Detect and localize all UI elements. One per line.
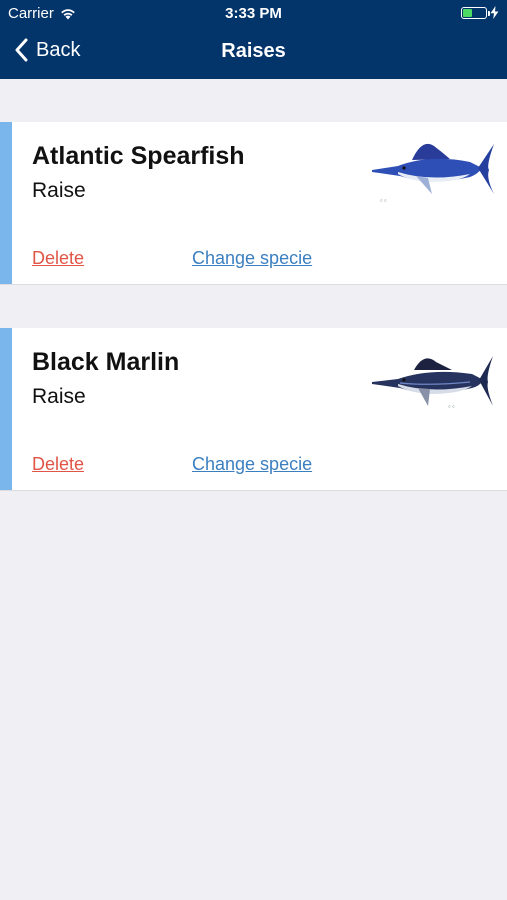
raise-card: Black Marlin Raise © © Delete Change spe… xyxy=(0,328,507,491)
raise-card: Atlantic Spearfish Raise © © Delete Chan… xyxy=(0,122,507,285)
marlin-illustration: © © xyxy=(372,356,493,409)
card-accent-bar xyxy=(0,122,12,284)
navigation-bar: Back Raises xyxy=(0,28,507,79)
change-specie-link[interactable]: Change specie xyxy=(192,248,312,269)
svg-text:© ©: © © xyxy=(448,404,455,409)
delete-button[interactable]: Delete xyxy=(32,248,84,269)
clock: 3:33 PM xyxy=(225,5,282,22)
header: Carrier 3:33 PM Back Raises xyxy=(0,0,507,79)
spearfish-illustration: © © xyxy=(372,143,494,203)
charging-bolt-icon xyxy=(490,6,499,19)
raise-type: Raise xyxy=(32,179,86,202)
change-specie-link[interactable]: Change specie xyxy=(192,454,312,475)
battery-indicator xyxy=(461,6,499,19)
species-name: Black Marlin xyxy=(32,348,180,376)
svg-text:© ©: © © xyxy=(380,198,387,203)
delete-button[interactable]: Delete xyxy=(32,454,84,475)
status-bar: Carrier 3:33 PM xyxy=(0,0,507,28)
species-name: Atlantic Spearfish xyxy=(32,142,245,170)
page-title: Raises xyxy=(221,40,286,62)
card-accent-bar xyxy=(0,328,12,490)
raise-type: Raise xyxy=(32,385,86,408)
battery-icon xyxy=(461,6,490,19)
